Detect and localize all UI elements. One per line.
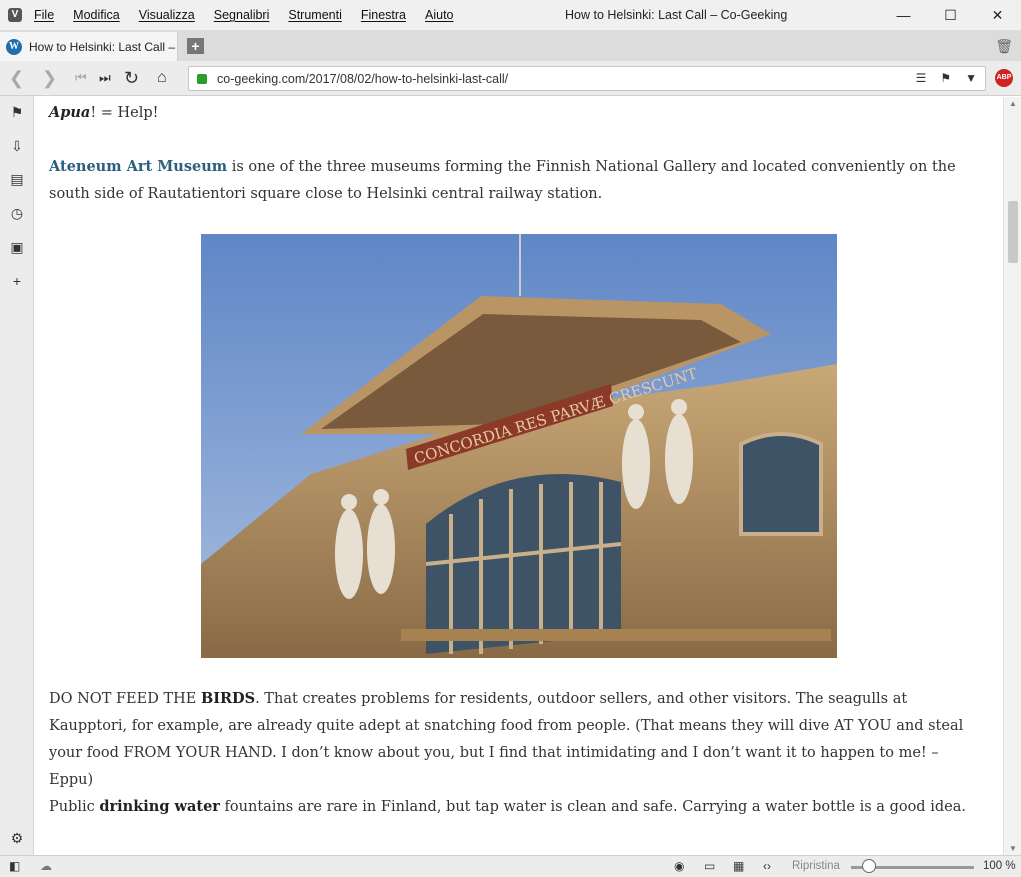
maximize-button[interactable]: ☐ (927, 0, 974, 30)
minimize-button[interactable]: — (880, 0, 927, 30)
trash-icon[interactable]: 🗑 (995, 38, 1013, 55)
forward-icon[interactable]: ❯ (42, 68, 57, 88)
code-icon[interactable]: ‹› (763, 859, 771, 873)
bookmarks-icon[interactable]: ⚑ (9, 104, 25, 120)
bookmark-page-icon[interactable]: ⚑ (940, 71, 951, 85)
camera-icon[interactable]: ◉ (674, 859, 684, 873)
new-tab-button[interactable]: + (187, 38, 204, 54)
paragraph-ateneum: Ateneum Art Museum is one of the three m… (49, 158, 956, 202)
paragraph-birds: DO NOT FEED THE BIRDS. That creates prob… (49, 690, 964, 788)
menu-aiuto[interactable]: Aiuto (425, 8, 454, 22)
side-panel: ⚑ ⇩ ▤ ◷ ▣ + ⚙ (0, 96, 34, 855)
zoom-slider-handle[interactable] (862, 859, 877, 873)
history-icon[interactable]: ◷ (9, 205, 25, 221)
tab-active[interactable]: W How to Helsinki: Last Call – (0, 32, 178, 61)
url-text[interactable]: co-geeking.com/2017/08/02/how-to-helsink… (217, 72, 508, 86)
scrollbar-thumb[interactable] (1008, 201, 1018, 263)
reset-zoom-label[interactable]: Ripristina (792, 860, 840, 872)
back-icon[interactable]: ❮ (9, 68, 24, 88)
menu-modifica[interactable]: Modifica (73, 8, 120, 22)
notes-icon[interactable]: ▤ (9, 171, 25, 187)
panel-toggle-icon[interactable]: ◧ (9, 859, 20, 873)
menu-finestra[interactable]: Finestra (361, 8, 406, 22)
image-icon[interactable]: ▦ (733, 859, 744, 873)
status-bar: ◧ ☁ ◉ ▭ ▦ ‹› Ripristina 100 % (0, 855, 1021, 877)
reader-view-icon[interactable]: ☰ (916, 71, 927, 85)
fast-forward-icon[interactable]: ⏭ (99, 68, 111, 88)
downloads-icon[interactable]: ⇩ (9, 138, 25, 154)
vertical-scrollbar[interactable]: ▲ ▼ (1003, 97, 1021, 855)
paragraph-apua: Apua! = Help! (49, 104, 159, 121)
scroll-down-icon[interactable]: ▼ (1009, 844, 1017, 853)
home-icon[interactable]: ⌂ (157, 68, 167, 88)
wordpress-icon: W (6, 38, 22, 55)
paragraph-water: Public drinking water fountains are rare… (49, 798, 966, 815)
menu-file[interactable]: File (34, 8, 54, 22)
settings-gear-icon[interactable]: ⚙ (9, 830, 25, 846)
address-field[interactable]: co-geeking.com/2017/08/02/how-to-helsink… (188, 66, 986, 91)
menu-segnalibri[interactable]: Segnalibri (214, 8, 270, 22)
ateneum-link[interactable]: Ateneum Art Museum (49, 158, 227, 175)
zoom-level: 100 % (983, 860, 1016, 872)
cloud-icon[interactable]: ☁ (40, 859, 52, 873)
tab-bar: W How to Helsinki: Last Call – + 🗑 (0, 30, 1021, 61)
navigation-bar: ❮ ❯ ⏮ ⏭ ↻ ⌂ co-geeking.com/2017/08/02/ho… (0, 61, 1021, 96)
menu-bar: File Modifica Visualizza Segnalibri Stru… (34, 8, 473, 22)
close-button[interactable]: ✕ (974, 0, 1021, 30)
adblock-icon[interactable]: ABP (995, 69, 1013, 87)
window-title: How to Helsinki: Last Call – Co-Geeking (565, 8, 788, 22)
lock-icon (197, 73, 207, 84)
tab-title: How to Helsinki: Last Call – (29, 39, 176, 54)
page-content: Apua! = Help! Ateneum Art Museum is one … (35, 97, 1002, 855)
tile-icon[interactable]: ▭ (704, 859, 715, 873)
scroll-up-icon[interactable]: ▲ (1009, 99, 1017, 108)
title-bar: V File Modifica Visualizza Segnalibri St… (0, 0, 1021, 30)
ateneum-photo: CONCORDIA RES PARVÆ CRESCUNT (201, 234, 837, 658)
dropdown-icon[interactable]: ▼ (965, 71, 977, 85)
vivaldi-icon[interactable]: V (8, 8, 22, 22)
menu-strumenti[interactable]: Strumenti (288, 8, 342, 22)
add-panel-icon[interactable]: + (9, 273, 25, 289)
rewind-icon[interactable]: ⏮ (75, 68, 87, 88)
menu-visualizza[interactable]: Visualizza (139, 8, 195, 22)
reload-icon[interactable]: ↻ (124, 68, 139, 88)
window-panel-icon[interactable]: ▣ (9, 239, 25, 255)
